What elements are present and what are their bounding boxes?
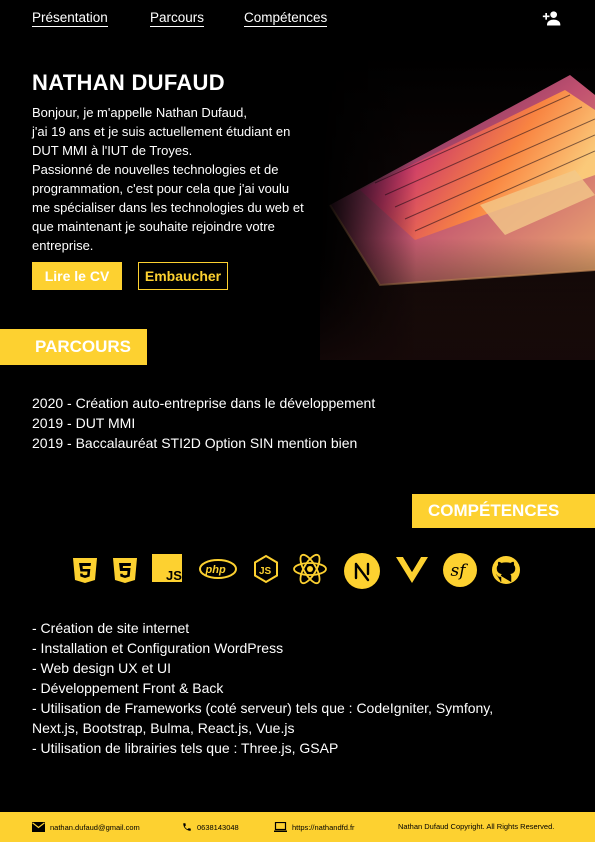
- list-item: - Utilisation de Frameworks (coté serveu…: [32, 700, 494, 716]
- intro-text: Bonjour, je m'appelle Nathan Dufaud, j'a…: [32, 103, 332, 255]
- footer-website[interactable]: https://nathandfd.fr: [274, 822, 355, 832]
- footer-website-text: https://nathandfd.fr: [292, 822, 355, 832]
- list-item: - Utilisation de librairies tels que : T…: [32, 740, 339, 756]
- github-icon: [492, 556, 520, 584]
- footer-copyright: Nathan Dufaud Copyright. All Rights Rese…: [398, 822, 554, 831]
- footer: nathan.dufaud@gmail.com 0638143048 https…: [0, 812, 595, 842]
- list-item: Next.js, Bootstrap, Bulma, React.js, Vue…: [32, 720, 295, 736]
- vuejs-icon: [396, 557, 428, 583]
- parcours-list: 2020 - Création auto-entreprise dans le …: [32, 393, 375, 453]
- nav-link-presentation[interactable]: Présentation: [32, 10, 108, 27]
- footer-phone[interactable]: 0638143048: [182, 822, 239, 832]
- section-title-competences: COMPÉTENCES: [412, 494, 595, 528]
- list-item: 2020 - Création auto-entreprise dans le …: [32, 395, 376, 411]
- laptop-icon: [274, 822, 287, 832]
- intro-line: me spécialiser dans les technologies du …: [32, 200, 304, 215]
- skills-list: - Création de site internet - Installati…: [32, 618, 552, 758]
- phone-icon: [183, 823, 191, 831]
- footer-email[interactable]: nathan.dufaud@gmail.com: [32, 822, 140, 832]
- section-title-parcours: PARCOURS: [0, 329, 147, 365]
- intro-line: Passionné de nouvelles technologies et d…: [32, 162, 279, 177]
- laptop-photo: [320, 55, 595, 360]
- svg-text:JS: JS: [166, 568, 182, 582]
- top-nav: Présentation Parcours Compétences: [32, 8, 563, 30]
- footer-copyright-text: Nathan Dufaud Copyright. All Rights Rese…: [398, 822, 555, 831]
- nodejs-icon: JS: [254, 554, 278, 584]
- intro-line: que maintenant je souhaite rejoindre vot…: [32, 219, 275, 234]
- nav-link-competences[interactable]: Compétences: [244, 10, 328, 27]
- nav-link-parcours[interactable]: Parcours: [150, 10, 205, 27]
- list-item: - Web design UX et UI: [32, 660, 172, 676]
- intro-line: entreprise.: [32, 238, 94, 253]
- list-item: 2019 - DUT MMI: [32, 415, 136, 431]
- react-icon: [293, 553, 327, 585]
- css3-icon: [113, 558, 137, 583]
- footer-phone-text: 0638143048: [197, 822, 239, 832]
- page-title: NATHAN DUFAUD: [32, 70, 225, 95]
- svg-text:JS: JS: [259, 566, 272, 577]
- svg-text:php: php: [205, 564, 226, 576]
- list-item: 2019 - Baccalauréat STI2D Option SIN men…: [32, 435, 358, 451]
- intro-line: programmation, c'est pour cela que j'ai …: [32, 181, 290, 196]
- mail-icon: [32, 822, 45, 832]
- intro-line: j'ai 19 ans et je suis actuellement étud…: [32, 124, 291, 139]
- list-item: - Développement Front & Back: [32, 680, 224, 696]
- intro-line: Bonjour, je m'appelle Nathan Dufaud,: [32, 105, 247, 120]
- hire-button[interactable]: Embaucher: [138, 262, 228, 290]
- nextjs-icon: [344, 553, 380, 589]
- person-add-icon[interactable]: [541, 8, 563, 28]
- php-icon: php: [199, 559, 237, 579]
- read-cv-button[interactable]: Lire le CV: [32, 262, 122, 290]
- intro-line: DUT MMI à l'IUT de Troyes.: [32, 143, 193, 158]
- html5-icon: [73, 558, 97, 583]
- list-item: - Installation et Configuration WordPres…: [32, 640, 284, 656]
- symfony-icon: sf: [443, 553, 477, 587]
- list-item: - Création de site internet: [32, 620, 190, 636]
- javascript-icon: JS: [152, 554, 182, 582]
- footer-email-text: nathan.dufaud@gmail.com: [50, 822, 140, 832]
- tech-icons-row: JS php JS sf: [70, 552, 525, 590]
